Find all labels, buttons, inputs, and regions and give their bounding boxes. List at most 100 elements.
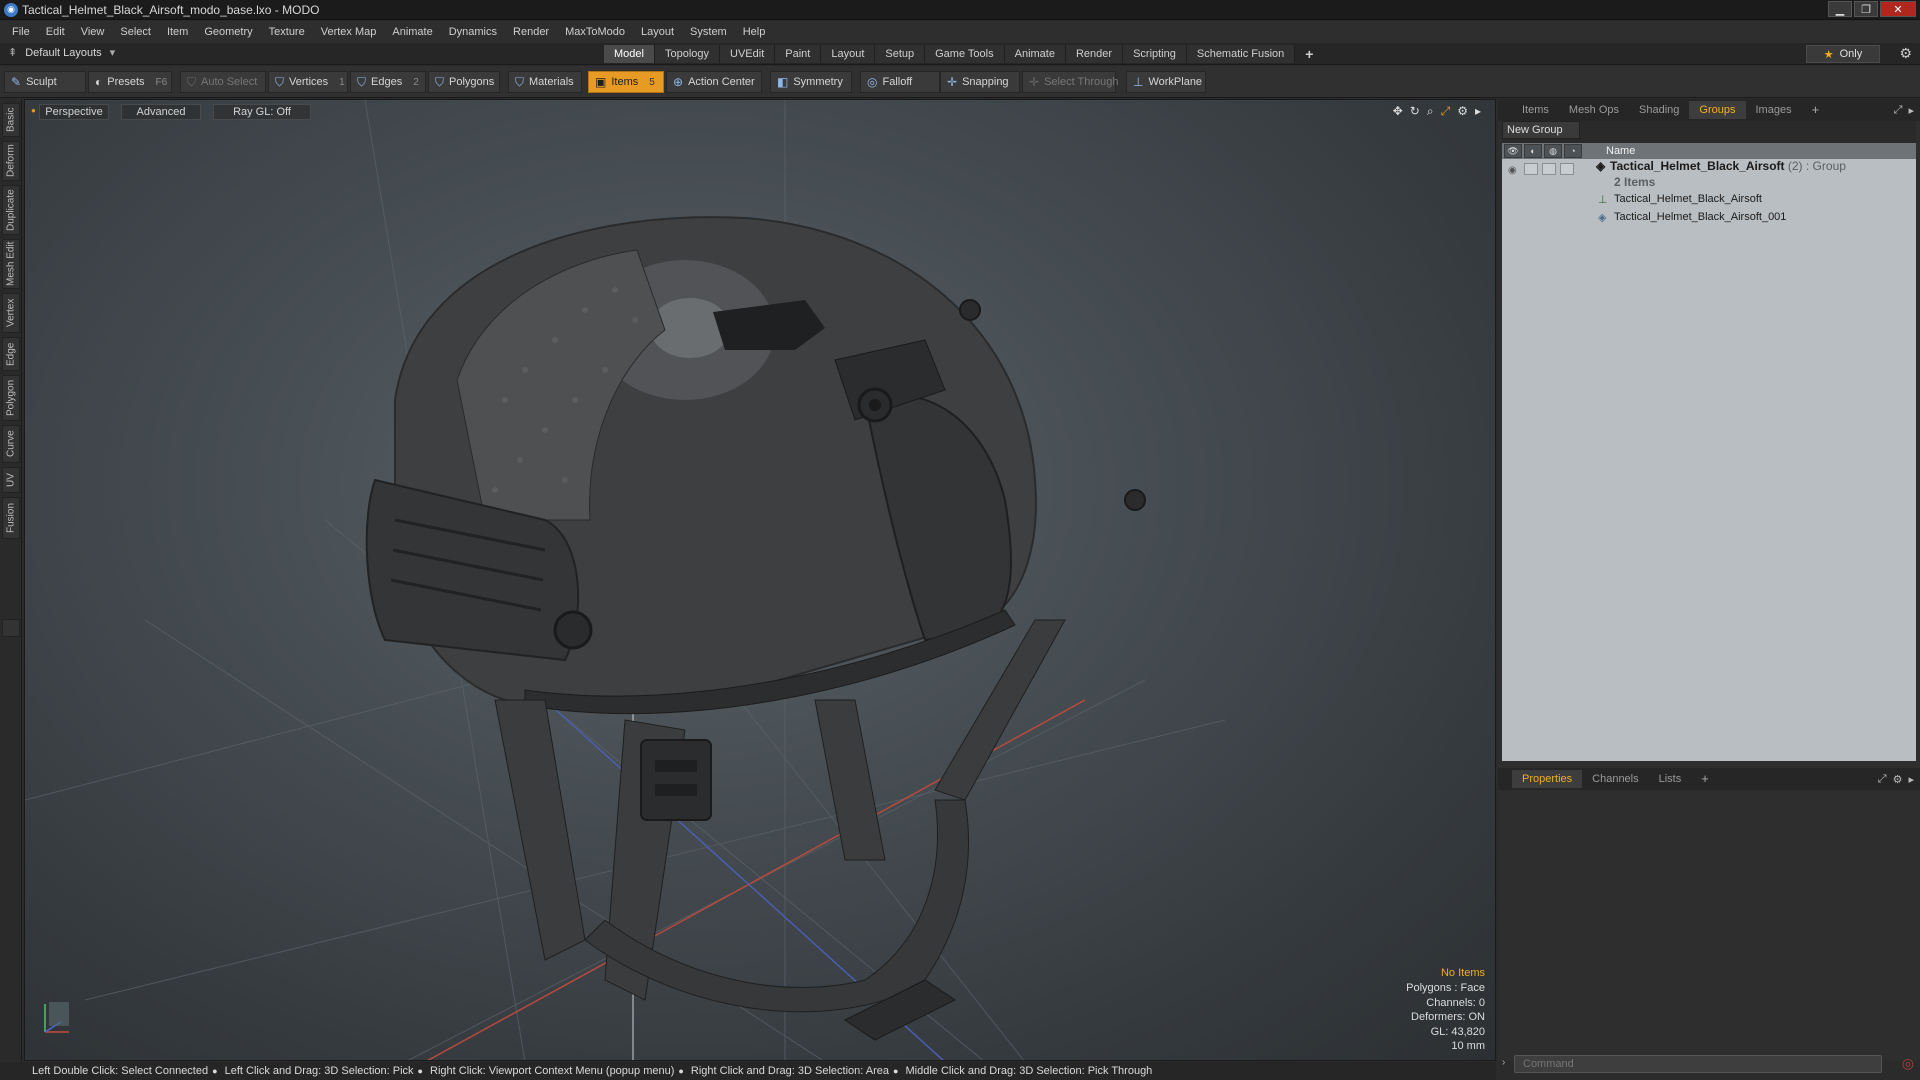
group-child-row[interactable]: ⊥ Tactical_Helmet_Black_Airsoft (1502, 191, 1916, 209)
render-column-icon[interactable]: ◐ (1524, 144, 1542, 158)
minimize-button[interactable]: ▁ (1828, 1, 1852, 17)
tab-curve[interactable]: Curve (2, 425, 20, 463)
new-group-button[interactable]: New Group (1502, 121, 1580, 139)
helmet-model[interactable] (365, 216, 1146, 1041)
auto-select-button[interactable]: ⛉ Auto Select (180, 71, 266, 93)
tab-paint[interactable]: Paint (775, 45, 822, 63)
tab-render[interactable]: Render (1065, 45, 1124, 63)
tab-polygon[interactable]: Polygon (2, 375, 20, 421)
tab-edge[interactable]: Edge (2, 337, 20, 371)
fit-view-icon[interactable]: ⤢ (1441, 104, 1451, 119)
tab-animate[interactable]: Animate (1004, 45, 1066, 63)
group-child-row[interactable]: ◈ Tactical_Helmet_Black_Airsoft_001 (1502, 209, 1916, 227)
add-tab-icon[interactable]: + (1295, 45, 1323, 63)
tab-deform[interactable]: Deform (2, 141, 20, 181)
menu-edit[interactable]: Edit (38, 21, 73, 43)
menu-file[interactable]: File (4, 21, 38, 43)
tab-uv[interactable]: UV (2, 467, 20, 493)
panel-expand-icon[interactable]: ▸ (1908, 104, 1914, 117)
tab-uvedit[interactable]: UVEdit (720, 45, 776, 63)
menu-animate[interactable]: Animate (384, 21, 440, 43)
tab-items[interactable]: Items (1512, 101, 1559, 119)
expand-tabs-icon[interactable] (2, 619, 20, 637)
menu-render[interactable]: Render (505, 21, 557, 43)
visibility-column-icon[interactable]: 👁 (1504, 144, 1522, 158)
items-button[interactable]: ▣ Items 5 (588, 71, 664, 93)
tab-scripting[interactable]: Scripting (1123, 45, 1187, 63)
edges-button[interactable]: ⛉ Edges 2 (350, 71, 426, 93)
tab-duplicate[interactable]: Duplicate (2, 185, 20, 235)
maximize-button[interactable]: ❐ (1854, 1, 1878, 17)
layouts-dropdown[interactable]: ⇞ Default Layouts ▾ (8, 46, 115, 60)
maximize-panel-icon[interactable]: ⤢ (1894, 104, 1903, 117)
command-history-icon[interactable]: ◎ (1902, 1055, 1914, 1072)
menu-select[interactable]: Select (112, 21, 159, 43)
menu-view[interactable]: View (73, 21, 113, 43)
menu-dynamics[interactable]: Dynamics (441, 21, 505, 43)
viewport-settings-icon[interactable]: ⚙ (1457, 104, 1468, 119)
materials-button[interactable]: ⛉ Materials (508, 71, 582, 93)
bottom-panel-gear-icon[interactable]: ⚙ (1893, 773, 1903, 786)
bottom-panel-expand-icon[interactable]: ▸ (1908, 773, 1914, 786)
menu-help[interactable]: Help (735, 21, 774, 43)
tab-basic[interactable]: Basic (2, 103, 20, 137)
shading-mode-button[interactable]: Advanced (121, 104, 201, 120)
add-panel-tab-icon[interactable]: + (1802, 101, 1830, 119)
select-column-icon[interactable]: ◔ (1564, 144, 1582, 158)
tab-properties[interactable]: Properties (1512, 770, 1583, 788)
menu-texture[interactable]: Texture (261, 21, 313, 43)
eye-icon[interactable]: ◉ (1508, 165, 1517, 176)
maximize-bottom-panel-icon[interactable]: ⤢ (1878, 773, 1887, 786)
symmetry-button[interactable]: ◧ Symmetry (770, 71, 852, 93)
scene-canvas[interactable] (25, 100, 1496, 1061)
tab-fusion[interactable]: Fusion (2, 497, 20, 539)
action-center-button[interactable]: ⊕ Action Center (666, 71, 762, 93)
raygl-button[interactable]: Ray GL: Off (213, 104, 311, 120)
lock-toggle[interactable] (1542, 163, 1556, 175)
menu-vertex-map[interactable]: Vertex Map (313, 21, 385, 43)
workplane-button[interactable]: ⊥ WorkPlane (1126, 71, 1206, 93)
tab-layout[interactable]: Layout (821, 45, 876, 63)
rotate-view-icon[interactable]: ↻ (1410, 104, 1420, 119)
tab-model[interactable]: Model (604, 45, 655, 63)
menu-layout[interactable]: Layout (633, 21, 682, 43)
tab-images[interactable]: Images (1746, 101, 1802, 119)
tab-mesh-ops[interactable]: Mesh Ops (1559, 101, 1629, 119)
3d-viewport[interactable]: ● Perspective Advanced Ray GL: Off ✥ ↻ ⌕… (24, 99, 1496, 1061)
menu-system[interactable]: System (682, 21, 735, 43)
move-view-icon[interactable]: ✥ (1393, 104, 1403, 119)
only-button[interactable]: ★ Only (1806, 45, 1880, 63)
tab-setup[interactable]: Setup (875, 45, 926, 63)
tab-lists[interactable]: Lists (1649, 770, 1692, 788)
tab-channels[interactable]: Channels (1582, 770, 1648, 788)
zoom-view-icon[interactable]: ⌕ (1427, 104, 1434, 119)
tab-game-tools[interactable]: Game Tools (925, 45, 1005, 63)
tab-vertex[interactable]: Vertex (2, 293, 20, 333)
vertices-button[interactable]: ⛉ Vertices 1 (268, 71, 348, 93)
viewport-menu-icon[interactable]: ● (31, 106, 36, 115)
viewport-expand-icon[interactable]: ▸ (1475, 104, 1481, 119)
add-bottom-tab-icon[interactable]: + (1691, 770, 1719, 788)
view-type-button[interactable]: Perspective (39, 104, 109, 120)
falloff-button[interactable]: ◎ Falloff (860, 71, 940, 93)
menu-item[interactable]: Item (159, 21, 196, 43)
close-button[interactable]: ✕ (1880, 1, 1916, 17)
layout-toggle-icon[interactable]: ⇞ (8, 46, 17, 59)
tab-schematic-fusion[interactable]: Schematic Fusion (1186, 45, 1296, 63)
polygons-button[interactable]: ⛉ Polygons (428, 71, 500, 93)
tab-topology[interactable]: Topology (654, 45, 721, 63)
tab-groups[interactable]: Groups (1689, 101, 1746, 119)
select-toggle[interactable] (1560, 163, 1574, 175)
tab-shading[interactable]: Shading (1629, 101, 1689, 119)
group-row[interactable]: ◉ ◈ Tactical_Helmet_Black_Airsoft (2) : … (1502, 159, 1916, 189)
render-toggle[interactable] (1524, 163, 1538, 175)
menu-geometry[interactable]: Geometry (196, 21, 260, 43)
lock-column-icon[interactable]: ◍ (1544, 144, 1562, 158)
command-input[interactable] (1514, 1055, 1882, 1073)
menu-maxtomodo[interactable]: MaxToModo (557, 21, 633, 43)
tab-mesh-edit[interactable]: Mesh Edit (2, 239, 20, 289)
select-through-button[interactable]: ✛ Select Through (1022, 71, 1118, 93)
sculpt-button[interactable]: ✎ Sculpt (4, 71, 86, 93)
presets-button[interactable]: ◐ Presets F6 (88, 71, 172, 93)
snapping-button[interactable]: ✛ Snapping (940, 71, 1020, 93)
